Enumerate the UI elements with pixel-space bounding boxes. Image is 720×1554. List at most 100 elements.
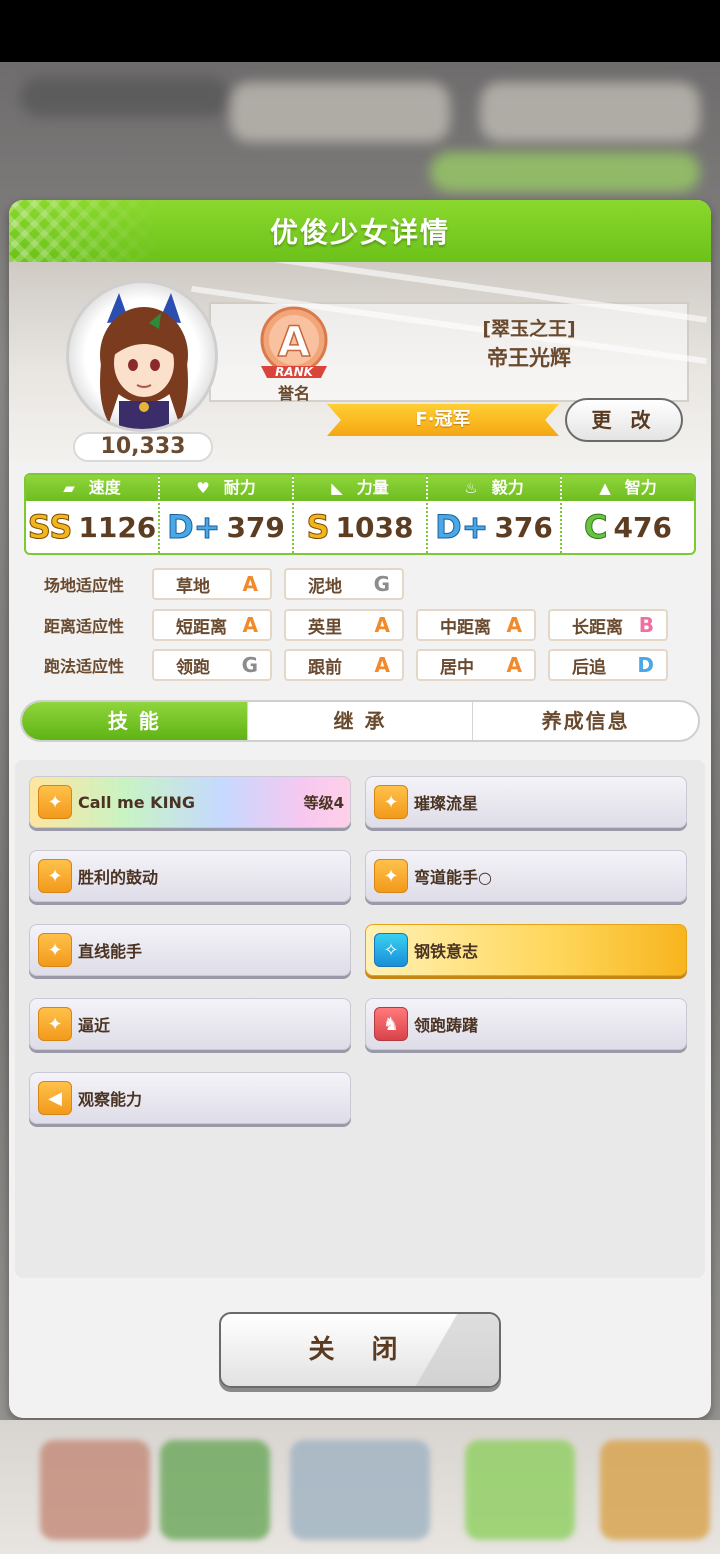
runner-icon: ✦ (38, 933, 72, 967)
tab-skills[interactable]: 技 能 (22, 702, 248, 740)
skill-item[interactable]: ✦ 胜利的鼓动 (29, 850, 351, 902)
character-epithet: [翠玉之王] (482, 318, 576, 340)
rank-label: 誉名 (277, 384, 310, 403)
aptitude-cell: 居中 A (416, 649, 536, 681)
status-bar (0, 0, 720, 62)
skill-name: 逼近 (78, 1016, 111, 1035)
aptitude-cell: 领跑 G (152, 649, 272, 681)
heart-icon: ♥ (196, 479, 210, 497)
runner-icon: ✦ (38, 785, 72, 819)
rank-word: RANK (275, 365, 315, 379)
aptitude-grade: G (373, 572, 390, 596)
aptitude-cell: 草地 A (152, 568, 272, 600)
tab-inheritance[interactable]: 继 承 (248, 702, 474, 740)
stat-wisdom: ▲ 智力 C 476 (562, 475, 694, 553)
skill-level: 等级4 (303, 793, 344, 812)
stat-power: ◣ 力量 S 1038 (294, 475, 428, 553)
skill-item[interactable]: ✧ 钢铁意志 (365, 924, 687, 976)
shoe-icon: ▰ (63, 479, 75, 497)
aptitude-cell: 中距离 A (416, 609, 536, 641)
stat-guts: ♨ 毅力 D+ 376 (428, 475, 562, 553)
aptitude-grade: D (637, 653, 654, 677)
skill-item[interactable]: ✦ 直线能手 (29, 924, 351, 976)
skill-item[interactable]: ✦ 璀璨流星 (365, 776, 687, 828)
stat-label: 速度 (88, 478, 121, 497)
aptitude-cell: 长距离 B (548, 609, 668, 641)
stat-grade: SS (27, 508, 73, 546)
stat-label: 毅力 (491, 478, 524, 497)
skill-name: 直线能手 (78, 942, 143, 961)
stat-grade: D+ (167, 508, 221, 546)
stat-value: 476 (613, 510, 672, 544)
skill-name: 领跑踌躇 (414, 1016, 479, 1035)
blurred-score (230, 82, 450, 142)
sparkle-icon: ✧ (374, 933, 408, 967)
aptitude-cell: 泥地 G (284, 568, 404, 600)
runner-icon: ✦ (38, 859, 72, 893)
skill-name: 弯道能手○ (414, 868, 492, 887)
stat-label: 力量 (356, 478, 389, 497)
change-title-button[interactable]: 更 改 (565, 398, 683, 442)
flame-icon: ♨ (464, 479, 478, 497)
aptitude-cell: 英里 A (284, 609, 404, 641)
skill-name: 钢铁意志 (414, 942, 479, 961)
dialog-title: 优俊少女详情 (269, 216, 450, 249)
runner-icon: ✦ (374, 785, 408, 819)
skill-name: 璀璨流星 (414, 794, 479, 813)
aptitude-track-row: 场地适应性 草地 A 泥地 G (24, 567, 696, 601)
dialog-header: 优俊少女详情 (9, 200, 711, 262)
stat-grade: C (584, 508, 609, 546)
skill-item[interactable]: ✦ 弯道能手○ (365, 850, 687, 902)
close-label: 关 闭 (308, 1335, 412, 1365)
character-detail-dialog: 优俊少女详情 10,333 A RANK 誉名 [翠玉之王] 帝王光辉 F·冠军… (9, 200, 711, 1418)
skill-name: Call me KING (78, 792, 196, 812)
stat-value: 379 (226, 510, 285, 544)
aptitude-cell: 短距离 A (152, 609, 272, 641)
character-portrait-icon (100, 293, 188, 429)
avatar[interactable] (66, 280, 218, 432)
aptitude-label: 距离适应性 (44, 617, 125, 636)
character-hero: 10,333 A RANK 誉名 [翠玉之王] 帝王光辉 F·冠军 更 改 (9, 262, 711, 462)
stat-label: 智力 (624, 478, 657, 497)
tab-training-info[interactable]: 养成信息 (473, 702, 698, 740)
nav-item (40, 1440, 150, 1540)
aptitude-name: 长距离 (572, 617, 623, 638)
aptitude-grade: A (506, 613, 522, 637)
skill-item[interactable]: ♞ 领跑踌躇 (365, 998, 687, 1050)
aptitude-grade: G (241, 653, 258, 677)
stat-speed: ▰ 速度 SS 1126 (26, 475, 160, 553)
skill-name: 观察能力 (78, 1090, 143, 1109)
horse-icon: ♞ (374, 1007, 408, 1041)
aptitude-grade: A (242, 572, 258, 596)
aptitude-grade: A (374, 613, 390, 637)
aptitude-name: 跟前 (308, 657, 342, 678)
close-button[interactable]: 关 闭 (219, 1312, 501, 1388)
blurred-score-2 (480, 82, 700, 142)
stat-value: 1126 (78, 510, 157, 544)
detail-tabs: 技 能 继 承 养成信息 (20, 700, 700, 742)
aptitude-name: 领跑 (176, 657, 210, 678)
graduation-cap-icon: ▲ (599, 479, 611, 497)
stat-label: 耐力 (223, 478, 256, 497)
skill-item[interactable]: ✦ 逼近 (29, 998, 351, 1050)
nav-item (465, 1440, 575, 1540)
stat-grade: D+ (435, 508, 489, 546)
header-pattern (9, 200, 159, 262)
stat-value: 1038 (335, 510, 414, 544)
stat-grade: S (306, 508, 330, 546)
skills-panel: ✦ Call me KING 等级4 ✦ 璀璨流星 ✦ 胜利的鼓动 ✦ 弯道能手… (15, 760, 705, 1278)
aptitude-grade: B (638, 613, 654, 637)
stat-stamina: ♥ 耐力 D+ 379 (160, 475, 294, 553)
aptitude-name: 英里 (308, 617, 342, 638)
stat-value: 376 (494, 510, 553, 544)
title-banner: F·冠军 (327, 404, 559, 436)
skill-item[interactable]: ✦ Call me KING 等级4 (29, 776, 351, 828)
button-sheen (399, 1314, 499, 1386)
aptitude-label: 跑法适应性 (44, 657, 125, 676)
nav-item (600, 1440, 710, 1540)
aptitude-name: 泥地 (308, 576, 342, 597)
fan-count: 10,333 (73, 432, 213, 462)
skill-item[interactable]: ◀ 观察能力 (29, 1072, 351, 1124)
aptitude-distance-row: 距离适应性 短距离 A 英里 A 中距离 A 长距离 B (24, 608, 696, 642)
aptitude-grade: A (242, 613, 258, 637)
